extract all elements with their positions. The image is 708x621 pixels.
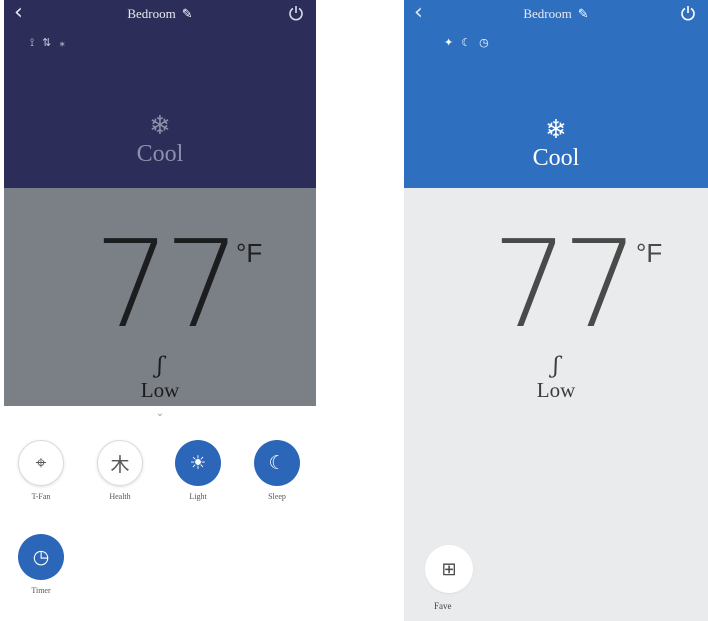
back-icon[interactable]: ‹: [414, 1, 423, 25]
tfan-button[interactable]: ⌖ T-Fan: [13, 440, 69, 501]
fan-speed-icon: ʃ: [553, 354, 559, 379]
status-icon: ⁎: [59, 36, 65, 49]
fan-speed-icon: ʃ: [157, 354, 163, 379]
screen-right: ‹ Bedroom ✎ ✦ ☾ ◷ ❄ Cool 77 °F ʃ Low ⊞ F…: [404, 0, 708, 621]
fan-speed-indicator[interactable]: ʃ Low: [4, 354, 316, 403]
temperature-unit: °F: [636, 238, 663, 268]
function-label: Light: [189, 492, 207, 501]
temperature-value: 77: [94, 216, 241, 355]
mode-label: Cool: [136, 141, 184, 167]
title-group: Bedroom ✎: [523, 6, 588, 22]
fan-icon: ⌖: [18, 440, 64, 486]
top-bar: ‹ Bedroom ✎: [4, 0, 316, 28]
function-label: Sleep: [268, 492, 286, 501]
timer-button[interactable]: ◷ Timer: [13, 534, 69, 595]
moon-icon: ☾: [254, 440, 300, 486]
status-icons: ✦ ☾ ◷: [444, 36, 489, 49]
grid-icon: ⊞: [425, 545, 473, 593]
health-icon: ⽊: [97, 440, 143, 486]
fave-button[interactable]: ⊞ Fave: [424, 545, 474, 611]
page-title: Bedroom: [523, 6, 572, 21]
clock-icon: ◷: [18, 534, 64, 580]
light-status-icon: ✦: [444, 36, 454, 49]
back-icon[interactable]: ‹: [14, 1, 23, 25]
health-button[interactable]: ⽊ Health: [92, 440, 148, 501]
fan-speed-label: Low: [536, 378, 576, 402]
power-icon[interactable]: [288, 5, 304, 21]
snowflake-icon: ❄: [545, 115, 567, 145]
power-icon[interactable]: [680, 5, 696, 21]
function-panel: ⌄ ⌖ T-Fan ⽊ Health ☀ Light ☾ Sleep ◷ Tim…: [4, 406, 316, 621]
chevron-down-icon[interactable]: ⌄: [156, 408, 164, 419]
sleep-status-icon: ☾: [461, 36, 472, 49]
function-label: Health: [109, 492, 131, 501]
mode-label: Cool: [532, 145, 580, 171]
screen-left: ‹ Bedroom ✎ ⟟ ⇅ ⁎ ❄ Cool 77 °F ʃ Low ⌄ ⌖…: [4, 0, 316, 621]
light-button[interactable]: ☀ Light: [170, 440, 226, 501]
status-icon: ⇅: [42, 36, 52, 49]
edit-pencil-icon[interactable]: ✎: [578, 7, 589, 22]
function-label: T-Fan: [31, 492, 51, 501]
fave-label: Fave: [434, 601, 452, 611]
mode-indicator[interactable]: ❄ Cool: [404, 116, 708, 172]
edit-pencil-icon[interactable]: ✎: [182, 7, 193, 22]
temperature-unit: °F: [236, 238, 263, 268]
fan-speed-label: Low: [140, 378, 180, 402]
status-icons: ⟟ ⇅ ⁎: [30, 36, 65, 50]
status-icon: ⟟: [30, 36, 35, 49]
title-group: Bedroom ✎: [127, 6, 192, 22]
page-title: Bedroom: [127, 6, 176, 21]
timer-status-icon: ◷: [479, 36, 489, 49]
mode-header: ‹ Bedroom ✎ ✦ ☾ ◷ ❄ Cool: [404, 0, 708, 188]
function-label: Timer: [31, 586, 51, 595]
snowflake-icon: ❄: [149, 111, 171, 141]
fan-speed-indicator[interactable]: ʃ Low: [404, 354, 708, 403]
mode-indicator[interactable]: ❄ Cool: [4, 112, 316, 168]
temperature-display[interactable]: 77 °F: [404, 226, 708, 356]
light-icon: ☀: [175, 440, 221, 486]
top-bar: ‹ Bedroom ✎: [404, 0, 708, 28]
sleep-button[interactable]: ☾ Sleep: [249, 440, 305, 501]
mode-header: ‹ Bedroom ✎ ⟟ ⇅ ⁎ ❄ Cool: [4, 0, 316, 188]
temperature-display[interactable]: 77 °F: [4, 226, 316, 356]
temperature-value: 77: [492, 216, 639, 355]
